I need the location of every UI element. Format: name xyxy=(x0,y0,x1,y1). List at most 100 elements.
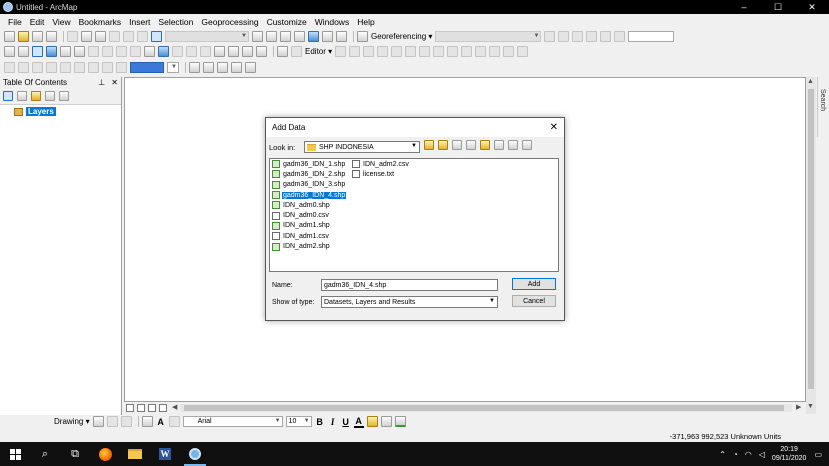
create-features-icon[interactable] xyxy=(517,46,529,57)
menu-customize[interactable]: Customize xyxy=(263,17,311,27)
redo-icon[interactable] xyxy=(137,31,148,42)
open-folder-icon[interactable] xyxy=(18,31,29,42)
search-window-icon[interactable] xyxy=(294,31,305,42)
look-in-combo[interactable]: SHP INDONESIA ▼ xyxy=(304,141,420,153)
connect-to-folder-icon[interactable] xyxy=(480,140,490,150)
file-item[interactable]: IDN_adm0.shp xyxy=(272,200,346,210)
print-icon[interactable] xyxy=(46,31,57,42)
layout-view-icon[interactable] xyxy=(137,404,145,412)
rotate-icon[interactable] xyxy=(544,31,556,42)
zoom-out-icon[interactable] xyxy=(18,46,29,57)
font-name-combo[interactable]: Arial ▼ xyxy=(182,416,283,427)
layout-forward-icon[interactable] xyxy=(102,62,113,73)
go-to-xy-icon[interactable] xyxy=(242,46,253,57)
cut-polygons-icon[interactable] xyxy=(447,46,459,57)
time-slider-icon[interactable] xyxy=(256,46,267,57)
up-one-level-icon[interactable] xyxy=(424,140,434,150)
catalog-options-icon[interactable] xyxy=(522,140,532,150)
cancel-button[interactable]: Cancel xyxy=(512,295,556,307)
data-view-icon[interactable] xyxy=(126,404,134,412)
save-icon[interactable] xyxy=(32,31,43,42)
arctoolbox-icon[interactable] xyxy=(308,31,319,42)
layers-label[interactable]: Layers xyxy=(26,107,56,116)
file-item[interactable]: IDN_adm1.shp xyxy=(272,221,346,231)
catalog-window-icon[interactable] xyxy=(280,31,291,42)
scroll-left-icon[interactable]: ◀ xyxy=(172,403,177,411)
editor-tool-icon[interactable] xyxy=(291,46,302,57)
menu-edit[interactable]: Edit xyxy=(26,17,49,27)
swipe-icon[interactable] xyxy=(231,62,242,73)
layout-full-icon[interactable] xyxy=(46,62,57,73)
fixed-zoom-out-icon[interactable] xyxy=(74,46,85,57)
list-by-drawing-order-icon[interactable] xyxy=(3,91,13,101)
zoom-in-icon[interactable] xyxy=(4,46,15,57)
vertical-scrollbar[interactable]: ▲ ▼ xyxy=(806,77,816,414)
forward-extent-icon[interactable] xyxy=(102,46,113,57)
clock[interactable]: 20:19 09/11/2020 xyxy=(772,445,807,463)
show-hidden-icons-icon[interactable]: ⌃ xyxy=(719,450,726,459)
menu-bookmarks[interactable]: Bookmarks xyxy=(75,17,126,27)
font-color-button[interactable]: A xyxy=(353,416,364,428)
scroll-up-icon[interactable]: ▲ xyxy=(807,78,814,85)
add-button[interactable]: Add xyxy=(512,278,556,290)
firefox-icon[interactable] xyxy=(90,442,120,466)
line-color-icon[interactable] xyxy=(380,416,392,427)
file-item[interactable]: IDN_adm2.shp xyxy=(272,241,346,251)
menu-file[interactable]: File xyxy=(4,17,26,27)
drawing-menu[interactable]: Drawing ▾ xyxy=(54,417,90,426)
undo-icon[interactable] xyxy=(123,31,134,42)
refresh-icon[interactable] xyxy=(148,404,156,412)
map-scale-combo[interactable]: ▼ xyxy=(165,31,249,42)
menu-insert[interactable]: Insert xyxy=(125,17,154,27)
horizontal-scrollbar[interactable] xyxy=(180,404,792,412)
task-view-icon[interactable]: ⧉ xyxy=(60,442,90,466)
zoom-whole-page-icon[interactable] xyxy=(120,416,132,427)
new-text-icon[interactable]: A xyxy=(156,417,166,427)
pan-hand-icon[interactable] xyxy=(32,46,43,57)
toggle-contents-panel-icon[interactable] xyxy=(452,140,462,150)
new-document-icon[interactable] xyxy=(4,31,15,42)
go-home-icon[interactable] xyxy=(438,140,448,150)
underline-button[interactable]: U xyxy=(341,417,351,427)
italic-button[interactable]: I xyxy=(328,417,338,427)
georef-input-field[interactable] xyxy=(628,31,675,42)
rectangle-tool-icon[interactable] xyxy=(141,416,153,427)
split-icon[interactable] xyxy=(461,46,473,57)
hyperlink-icon[interactable] xyxy=(172,46,183,57)
minimize-button[interactable]: – xyxy=(727,0,761,14)
editor-menu[interactable]: Editor ▾ xyxy=(305,47,332,56)
list-by-selection-icon[interactable] xyxy=(45,91,55,101)
edit-tool-icon[interactable] xyxy=(335,46,347,57)
file-item[interactable]: gadm36_IDN_1.shp xyxy=(272,159,346,169)
wifi-icon[interactable]: ◠ xyxy=(745,450,752,459)
edit-annotation-icon[interactable] xyxy=(349,46,361,57)
list-by-visibility-icon[interactable] xyxy=(31,91,41,101)
layout-pan-icon[interactable] xyxy=(32,62,43,73)
paste-icon[interactable] xyxy=(95,31,106,42)
pin-icon[interactable]: ⊥ xyxy=(98,78,105,87)
sketch-properties-icon[interactable] xyxy=(503,46,515,57)
file-item[interactable]: gadm36_IDN_2.shp xyxy=(272,169,346,179)
toc-close-icon[interactable]: ✕ xyxy=(111,78,118,87)
layout-zoom-in-icon[interactable] xyxy=(4,62,15,73)
back-extent-icon[interactable] xyxy=(88,46,99,57)
menu-windows[interactable]: Windows xyxy=(311,17,353,27)
layer-color-combo[interactable] xyxy=(130,62,164,73)
menu-geoprocessing[interactable]: Geoprocessing xyxy=(197,17,262,27)
viewer-icon[interactable] xyxy=(600,31,612,42)
taskbar-search-icon[interactable]: ⌕ xyxy=(30,442,60,466)
flicker-icon[interactable] xyxy=(245,62,256,73)
view-link-table-icon[interactable] xyxy=(586,31,598,42)
layers-data-frame[interactable]: Layers xyxy=(14,107,121,116)
volume-icon[interactable]: ◁ xyxy=(759,450,765,459)
list-by-source-icon[interactable] xyxy=(17,91,27,101)
marker-color-icon[interactable] xyxy=(394,416,406,427)
layout-fixed-out-icon[interactable] xyxy=(74,62,85,73)
layout-fixed-in-icon[interactable] xyxy=(60,62,71,73)
zoom-100-icon[interactable] xyxy=(116,62,127,73)
scroll-down-icon[interactable]: ▼ xyxy=(807,403,814,410)
show-of-type-combo[interactable]: Datasets, Layers and Results ▼ xyxy=(321,296,498,308)
menu-help[interactable]: Help xyxy=(353,17,378,27)
maximize-button[interactable]: ☐ xyxy=(761,0,795,14)
point-icon[interactable] xyxy=(405,46,417,57)
